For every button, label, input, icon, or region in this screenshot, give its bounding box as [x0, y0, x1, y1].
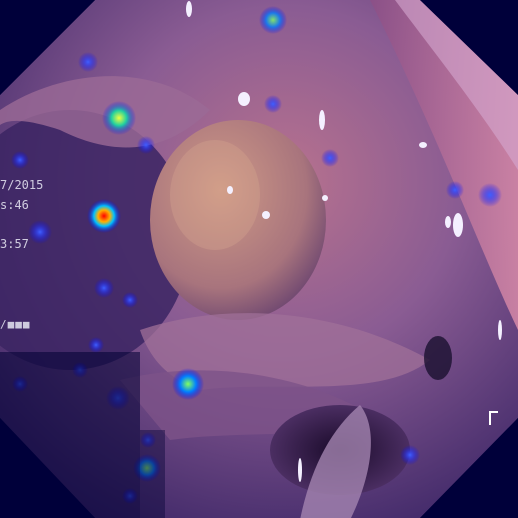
- osd-date: 7/2015: [0, 178, 44, 192]
- osd-time-a: s:46: [0, 198, 29, 212]
- osd-indicator-bar: /■■■: [0, 318, 31, 331]
- osd-time-b: 3:57: [0, 237, 29, 251]
- orifice: [424, 336, 452, 380]
- hot-spot-red: [87, 199, 121, 233]
- endoscopy-frame: [0, 0, 518, 518]
- hot-spot-green: [172, 368, 204, 400]
- hot-spot-yellow: [102, 101, 136, 135]
